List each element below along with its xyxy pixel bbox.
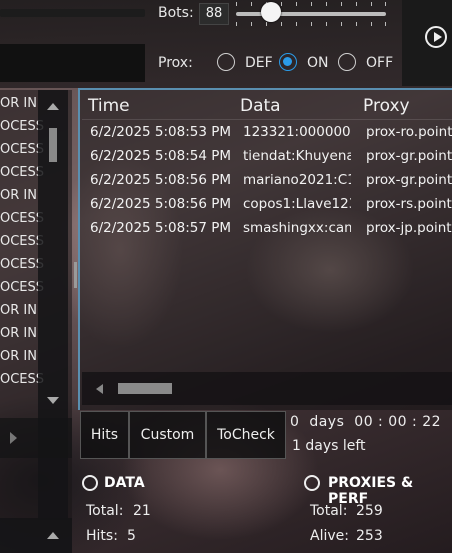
- scroll-down-icon[interactable]: [47, 397, 59, 404]
- list-item: OR IN: [0, 326, 37, 341]
- data-section-title: DATA: [104, 475, 145, 491]
- bots-value-field[interactable]: 88: [199, 3, 229, 25]
- elapsed-timer: 0 days 00 : 00 : 22: [290, 414, 442, 430]
- scroll-up-icon[interactable]: [47, 532, 59, 539]
- proxy-cell: prox-gr.point: [366, 172, 452, 188]
- proxies-total-value: 259: [356, 503, 383, 519]
- data-cell: tiendat:Khuyenai: [243, 148, 351, 164]
- time-cell: 6/2/2025 5:08:53 PM: [90, 124, 232, 140]
- splitter-handle[interactable]: [74, 262, 77, 288]
- time-cell: 6/2/2025 5:08:56 PM: [90, 172, 232, 188]
- prox-on-radio[interactable]: [279, 53, 297, 71]
- list-item: OR IN: [0, 96, 37, 111]
- days-left-text: 1 days left: [292, 438, 366, 454]
- proxies-alive-value: 253: [356, 528, 383, 544]
- header-divider: [82, 119, 452, 120]
- input-field[interactable]: [0, 44, 145, 82]
- refresh-icon: [82, 475, 98, 491]
- timer-minutes: 00: [388, 414, 408, 430]
- column-header-data[interactable]: Data: [240, 96, 281, 116]
- timer-seconds: 22: [422, 414, 442, 430]
- scroll-right-icon[interactable]: [10, 432, 17, 444]
- timer-days-word: days: [309, 414, 345, 430]
- left-slider-track[interactable]: [0, 9, 145, 17]
- data-hits-value: 5: [127, 528, 136, 544]
- prox-on-label: ON: [307, 55, 329, 71]
- play-icon[interactable]: [425, 26, 447, 48]
- tab-hits[interactable]: Hits: [80, 411, 129, 459]
- data-cell: 123321:0000000: [243, 124, 351, 140]
- bots-label: Bots:: [158, 5, 194, 21]
- timer-hours: 00: [354, 414, 374, 430]
- list-item: OR IN: [0, 188, 37, 203]
- time-cell: 6/2/2025 5:08:56 PM: [90, 196, 232, 212]
- bots-slider-track[interactable]: [236, 12, 386, 16]
- timer-days: 0: [290, 414, 300, 430]
- time-cell: 6/2/2025 5:08:54 PM: [90, 148, 232, 164]
- bottom-left-scrollbar[interactable]: [0, 518, 72, 553]
- bots-slider-thumb[interactable]: [261, 2, 281, 22]
- list-item: OR IN: [0, 303, 37, 318]
- list-item: OR IN: [0, 349, 37, 364]
- scrollbar-thumb[interactable]: [49, 128, 57, 162]
- prox-off-radio[interactable]: [338, 53, 356, 71]
- proxy-cell: prox-ro.point: [366, 124, 452, 140]
- scroll-up-icon[interactable]: [47, 103, 59, 110]
- tab-custom[interactable]: Custom: [129, 411, 206, 459]
- data-total-label: Total:: [86, 503, 124, 519]
- data-hits-label: Hits:: [86, 528, 118, 544]
- hscrollbar-thumb[interactable]: [118, 383, 172, 394]
- prox-off-label: OFF: [366, 55, 394, 71]
- proxy-cell: prox-jp.point: [366, 220, 452, 236]
- scroll-left-icon[interactable]: [96, 384, 103, 394]
- data-cell: mariano2021:C1: [243, 172, 351, 188]
- gauge-icon: [304, 475, 320, 491]
- tab-tocheck[interactable]: ToCheck: [206, 411, 286, 459]
- column-header-proxy[interactable]: Proxy: [363, 96, 410, 116]
- proxies-alive-label: Alive:: [310, 528, 349, 544]
- prox-def-radio[interactable]: [217, 53, 235, 71]
- data-cell: smashingxx:cami: [243, 220, 351, 236]
- data-total-value: 21: [133, 503, 151, 519]
- time-cell: 6/2/2025 5:08:57 PM: [90, 220, 232, 236]
- column-header-time[interactable]: Time: [88, 96, 130, 116]
- proxy-cell: prox-gr.point: [366, 148, 452, 164]
- prox-label: Prox:: [158, 55, 193, 71]
- proxies-total-label: Total:: [310, 503, 348, 519]
- prox-def-label: DEF: [245, 55, 273, 71]
- data-cell: copos1:Llave123: [243, 196, 351, 212]
- proxy-cell: prox-rs.point: [366, 196, 452, 212]
